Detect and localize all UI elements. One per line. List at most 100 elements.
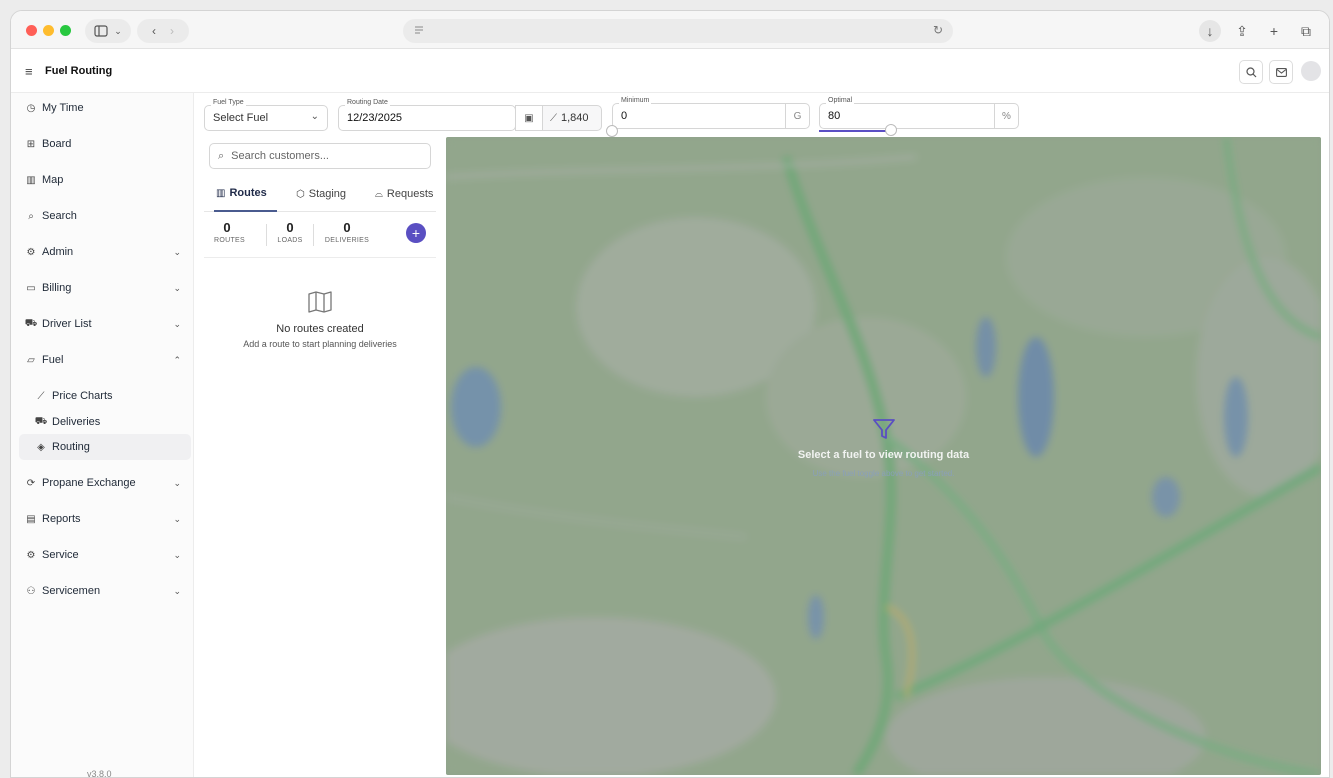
sidebar-item-reports[interactable]: ▤ Reports ⌄ <box>19 506 191 532</box>
optimal-unit: % <box>994 104 1018 128</box>
downloads-button[interactable]: ↓ <box>1199 20 1221 42</box>
avatar[interactable] <box>1301 61 1321 81</box>
map-icon: ▥ <box>26 174 36 186</box>
routing-map[interactable]: Select a fuel to view routing data Use t… <box>446 137 1321 775</box>
optimal-label: Optimal <box>826 97 855 104</box>
calendar-button[interactable]: ▣ <box>515 105 543 131</box>
divider <box>266 224 267 246</box>
sidebar-item-service[interactable]: ⚙ Service ⌄ <box>19 542 191 568</box>
trend-button[interactable]: ⟋ 1,840 <box>542 105 602 131</box>
share-button[interactable]: ⇪ <box>1231 20 1253 42</box>
chevron-down-icon: ⌄ <box>173 549 181 560</box>
sidebar-item-search[interactable]: ⌕ Search <box>19 203 191 229</box>
calendar-icon: ▣ <box>524 112 534 124</box>
sidebar-item-admin[interactable]: ⚙ Admin ⌄ <box>19 239 191 265</box>
chevron-down-icon: ⌄ <box>173 585 181 596</box>
map-icon: ▥ <box>216 187 226 199</box>
stat-routes: 0 ROUTES <box>214 220 245 244</box>
car-icon: ⛟ <box>24 317 38 329</box>
sidebar-item-label: My Time <box>42 102 84 114</box>
plus-icon: + <box>411 225 421 241</box>
sidebar-item-label: Admin <box>42 246 74 258</box>
sidebar-item-propane-exchange[interactable]: ⟳ Propane Exchange ⌄ <box>19 470 191 496</box>
minimum-value: 0 <box>621 110 628 122</box>
back-button[interactable]: ‹ <box>152 24 156 38</box>
tabs-icon: ⧉ <box>1301 22 1311 39</box>
mail-icon <box>1275 67 1287 77</box>
stat-label: DELIVERIES <box>324 237 370 244</box>
address-bar[interactable]: ↻ <box>403 19 953 43</box>
minimize-window-button[interactable] <box>43 25 54 36</box>
stat-value: 0 <box>286 220 294 235</box>
tab-overview-button[interactable]: ⧉ <box>1295 20 1317 42</box>
stat-value: 0 <box>223 220 231 235</box>
chevron-down-icon: ⌄ <box>173 513 181 524</box>
sidebar-toggle-button[interactable]: ⌄ <box>85 19 131 43</box>
tab-routes[interactable]: ▥ Routes <box>214 176 277 212</box>
reload-icon[interactable]: ↻ <box>933 23 943 37</box>
sidebar-item-board[interactable]: ⊞ Board <box>19 131 191 157</box>
sidebar-item-label: Driver List <box>42 318 92 330</box>
route-icon: ◈ <box>37 441 45 453</box>
chevron-down-icon: ⌄ <box>173 246 181 257</box>
routing-date-field[interactable]: Routing Date 12/23/2025 <box>338 99 516 131</box>
chevron-down-icon: ⌄ <box>173 282 181 293</box>
tab-staging[interactable]: ⬡ Staging <box>296 176 346 212</box>
sidebar-icon <box>94 25 108 37</box>
divider <box>313 224 314 246</box>
fuel-type-select[interactable]: Fuel Type Select Fuel ⌄ <box>204 99 328 131</box>
empty-subtitle: Add a route to start planning deliveries <box>243 339 397 349</box>
page-title: Fuel Routing <box>45 65 113 77</box>
map-empty-message: Select a fuel to view routing data Use t… <box>446 417 1321 478</box>
box-icon: ⬡ <box>296 188 305 200</box>
zoom-window-button[interactable] <box>60 25 71 36</box>
routing-date-label: Routing Date <box>345 99 390 106</box>
minimum-input[interactable]: Minimum 0 G <box>612 97 810 129</box>
chevron-up-icon: ⌃ <box>173 354 181 365</box>
close-window-button[interactable] <box>26 25 37 36</box>
search-placeholder: Search customers... <box>231 150 329 162</box>
sidebar-item-routing[interactable]: ◈ Routing <box>19 434 191 460</box>
panel-tabs: ▥ Routes ⬡ Staging ⌓ Requests <box>204 176 436 212</box>
sidebar-item-label: Billing <box>42 282 72 294</box>
sidebar-item-driver-list[interactable]: ⛟ Driver List ⌄ <box>19 311 191 337</box>
sidebar-item-map[interactable]: ▥ Map <box>19 167 191 193</box>
sidebar-item-fuel[interactable]: ▱ Fuel ⌃ <box>19 347 191 373</box>
header-search-button[interactable] <box>1239 60 1263 84</box>
history-nav: ‹ › <box>137 19 189 43</box>
browser-toolbar: ⌄ ‹ › ↻ ↓ ⇪ + ⧉ <box>11 11 1329 49</box>
search-icon: ⌕ <box>28 210 34 222</box>
chart-line-icon: ⟋ <box>550 112 557 124</box>
sidebar-item-label: Deliveries <box>52 416 101 428</box>
empty-title: No routes created <box>276 323 364 335</box>
optimal-slider-thumb[interactable] <box>885 124 897 136</box>
tab-requests[interactable]: ⌓ Requests <box>375 176 433 212</box>
sidebar-item-label: Search <box>42 210 77 222</box>
gear-icon: ⚙ <box>26 549 36 561</box>
chevron-down-icon: ⌄ <box>173 318 181 329</box>
new-tab-button[interactable]: + <box>1263 20 1285 42</box>
stat-loads: 0 LOADS <box>274 220 306 244</box>
forward-button[interactable]: › <box>170 24 174 38</box>
customer-search-input[interactable]: ⌕ Search customers... <box>209 143 431 169</box>
map-message-title: Select a fuel to view routing data <box>797 449 970 461</box>
sidebar-item-label: Propane Exchange <box>42 477 136 489</box>
minimum-slider-thumb[interactable] <box>606 125 618 137</box>
refresh-icon: ⟳ <box>26 477 36 489</box>
sidebar-item-my-time[interactable]: ◷ My Time <box>19 95 191 121</box>
fuel-type-value: Select Fuel <box>213 112 269 124</box>
browser-actions: ↓ ⇪ + ⧉ <box>1199 20 1317 42</box>
site-settings-icon[interactable] <box>413 24 425 36</box>
optimal-input[interactable]: Optimal 80 % <box>819 97 1019 129</box>
sidebar-item-price-charts[interactable]: ⟋ Price Charts <box>19 383 191 409</box>
hamburger-menu-icon[interactable]: ≡ <box>25 64 33 79</box>
add-route-button[interactable]: + <box>406 223 426 243</box>
empty-state: No routes created Add a route to start p… <box>204 291 436 349</box>
sidebar-item-label: Reports <box>42 513 81 525</box>
sidebar-item-billing[interactable]: ▭ Billing ⌄ <box>19 275 191 301</box>
bar-chart-icon: ▤ <box>26 513 36 525</box>
header-mail-button[interactable] <box>1269 60 1293 84</box>
sidebar-item-servicemen[interactable]: ⚇ Servicemen ⌄ <box>19 578 191 604</box>
sidebar-item-deliveries[interactable]: ⛟ Deliveries <box>19 409 191 435</box>
app-version: v3.8.0 <box>87 769 112 778</box>
